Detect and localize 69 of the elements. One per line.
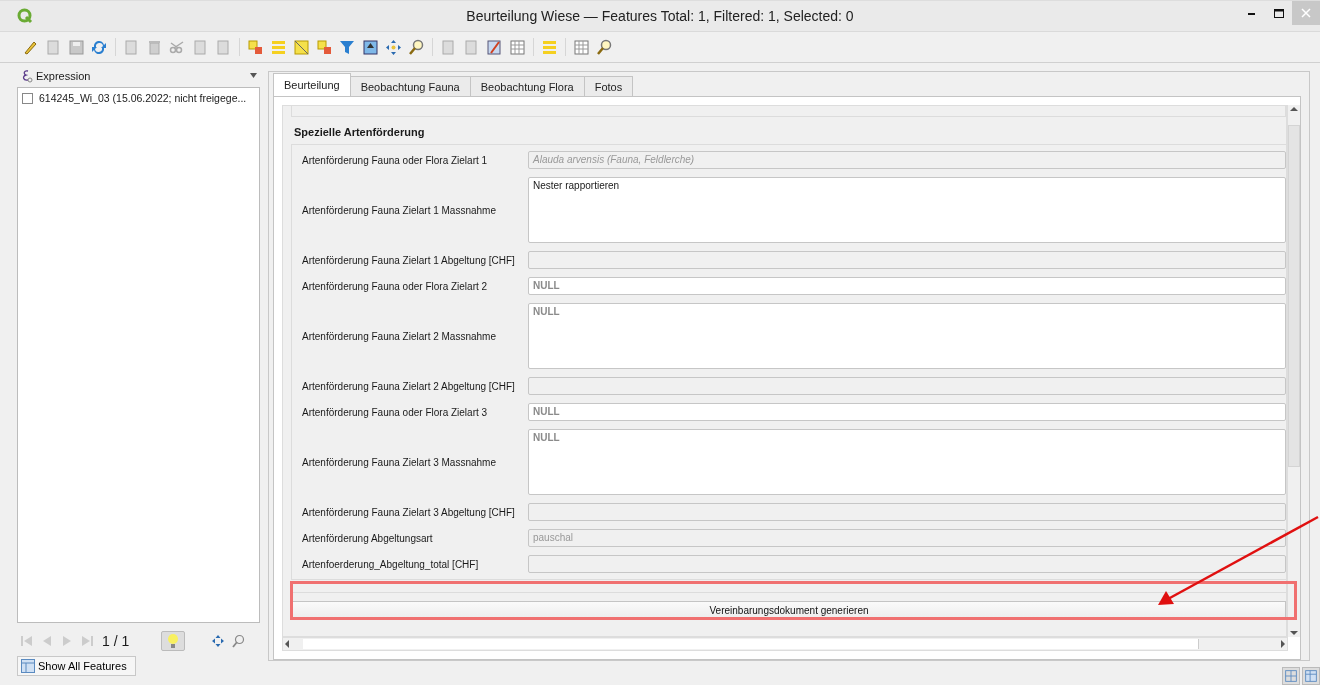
field-label: Artenförderung Fauna oder Flora Zielart 2	[302, 280, 489, 292]
table-view-icon[interactable]	[1302, 667, 1320, 685]
scroll-up-icon[interactable]	[1290, 105, 1298, 113]
field-label: Artenförderung Fauna Zielart 3 Abgeltung [CHF]	[302, 506, 516, 518]
first-icon[interactable]	[20, 634, 34, 648]
expression-icon	[20, 69, 34, 83]
paste-icon[interactable]	[215, 38, 232, 56]
highlight-toggle[interactable]	[161, 631, 186, 651]
caret-icon	[250, 73, 257, 78]
field-label: Artenförderung Fauna Zielart 1 Massnahme	[302, 204, 497, 216]
vertical-scrollbar[interactable]	[1287, 105, 1300, 637]
conditional-format-icon[interactable]	[541, 38, 558, 56]
text-area[interactable]: Nester rapportieren	[528, 177, 1286, 243]
scissors-icon[interactable]	[169, 38, 186, 56]
expression-dropdown[interactable]: Expression	[17, 65, 260, 87]
zoom-table-icon[interactable]	[596, 38, 613, 56]
pan-icon[interactable]	[385, 38, 402, 56]
app-logo-icon	[17, 8, 33, 24]
rows-icon[interactable]	[270, 38, 287, 56]
field-label: Artenförderung Fauna Zielart 3 Massnahme	[302, 456, 497, 468]
last-icon[interactable]	[80, 634, 94, 648]
scroll-down-icon[interactable]	[1290, 629, 1298, 637]
move-to-top-icon[interactable]	[362, 38, 379, 56]
input-field[interactable]: NULL	[528, 403, 1286, 421]
form-view-icon[interactable]	[1282, 667, 1300, 685]
save-icon[interactable]	[68, 38, 85, 56]
text-area[interactable]: NULL	[528, 303, 1286, 369]
trash-icon[interactable]	[146, 38, 163, 56]
table-icon	[21, 659, 35, 673]
field-label: Artenförderung Fauna Zielart 2 Massnahme	[302, 330, 497, 342]
tab[interactable]: Fotos	[583, 76, 634, 96]
pan-icon[interactable]	[211, 634, 226, 648]
checkbox[interactable]	[22, 92, 33, 104]
deselect-icon[interactable]	[316, 38, 333, 56]
zoom-icon[interactable]	[231, 634, 246, 648]
field-label: Artenförderung Fauna oder Flora Zielart 3	[302, 406, 489, 418]
invert-selection-icon[interactable]	[293, 38, 310, 56]
scroll-left-icon[interactable]	[283, 640, 291, 648]
section-title: Spezielle Artenförderung	[293, 125, 426, 140]
tab[interactable]: Beobachtung Flora	[469, 76, 585, 96]
field-label: Artenförderung Abgeltungsart	[302, 532, 434, 544]
scroll-right-icon[interactable]	[1279, 640, 1287, 648]
close-icon	[1301, 8, 1311, 18]
tab[interactable]: Beobachtung Fauna	[349, 76, 471, 96]
tab[interactable]: Beurteilung	[273, 73, 351, 96]
filter-icon[interactable]	[339, 38, 356, 56]
zoom-icon[interactable]	[408, 38, 425, 56]
add-row-icon[interactable]	[123, 38, 140, 56]
window-title: Beurteilung Wiese — Features Total: 1, Filtered: 1, Selected: 0	[466, 8, 854, 24]
field-label: Artenfoerderung_Abgeltung_total [CHF]	[302, 558, 480, 570]
field-calculator-icon[interactable]	[486, 38, 503, 56]
text-area[interactable]: NULL	[528, 429, 1286, 495]
copy-icon[interactable]	[192, 38, 209, 56]
expression-select-icon[interactable]	[247, 38, 264, 56]
field-label: Artenförderung Fauna Zielart 2 Abgeltung [CHF]	[302, 380, 516, 392]
new-field-icon[interactable]	[440, 38, 457, 56]
input-field[interactable]: NULL	[528, 277, 1286, 295]
feature-counter: 1 / 1	[102, 633, 130, 649]
form-icon[interactable]	[573, 38, 590, 56]
show-all-features-button[interactable]: Show All Features	[17, 656, 136, 676]
table-icon[interactable]	[509, 38, 526, 56]
field-label: Artenförderung Fauna Zielart 1 Abgeltung [CHF]	[302, 254, 516, 266]
feature-item[interactable]: 614245_Wi_03 (15.06.2022; nicht freigege...	[39, 92, 247, 104]
field-label: Artenförderung Fauna oder Flora Zielart 1	[302, 154, 489, 166]
delete-field-icon[interactable]	[463, 38, 480, 56]
refresh-icon[interactable]	[91, 38, 108, 56]
edit-icon[interactable]	[45, 38, 62, 56]
maximize-icon	[1273, 8, 1284, 18]
light-bulb-icon	[167, 633, 180, 649]
